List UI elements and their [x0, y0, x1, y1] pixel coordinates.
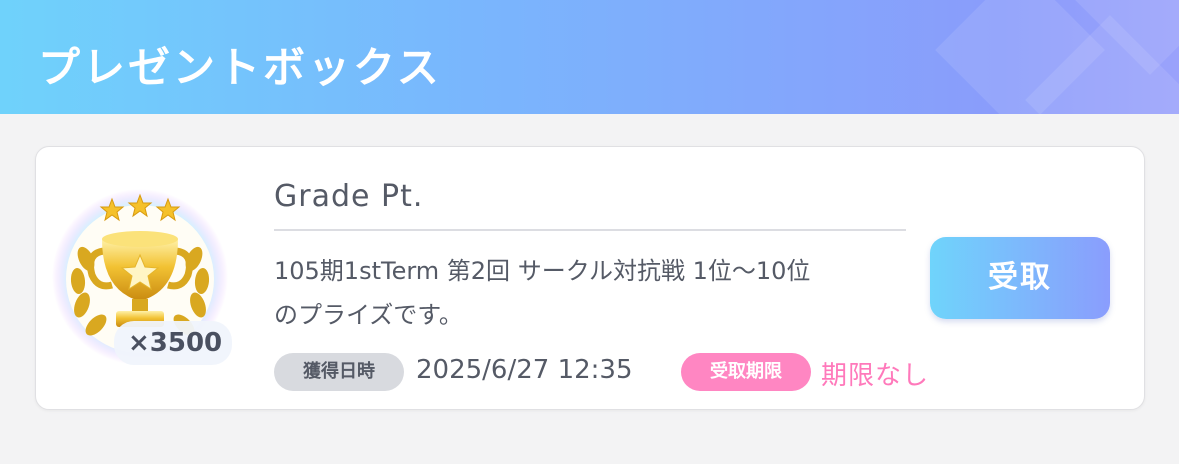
- acquired-datetime: 2025/6/27 12:35: [416, 355, 633, 385]
- page-title: プレゼントボックス: [38, 43, 442, 92]
- quantity-badge: ×3500: [114, 321, 233, 365]
- header-bar: プレゼントボックス: [0, 0, 1179, 114]
- item-name: Grade Pt.: [274, 179, 424, 214]
- receive-button[interactable]: 受取: [930, 237, 1110, 319]
- present-card: ×3500 Grade Pt. 105期1stTerm 第2回 サークル対抗戦 …: [35, 146, 1145, 410]
- deadline-value: 期限なし: [821, 361, 930, 391]
- deadline-label: 受取期限: [681, 353, 811, 391]
- description-line: 105期1stTerm 第2回 サークル対抗戦 1位～10位: [274, 257, 811, 285]
- item-description: 105期1stTerm 第2回 サークル対抗戦 1位～10位 のプライズです。: [274, 249, 914, 337]
- acquired-label: 獲得日時: [274, 353, 404, 391]
- item-icon: ×3500: [52, 189, 233, 365]
- divider: [274, 229, 906, 231]
- description-line: のプライズです。: [274, 301, 463, 329]
